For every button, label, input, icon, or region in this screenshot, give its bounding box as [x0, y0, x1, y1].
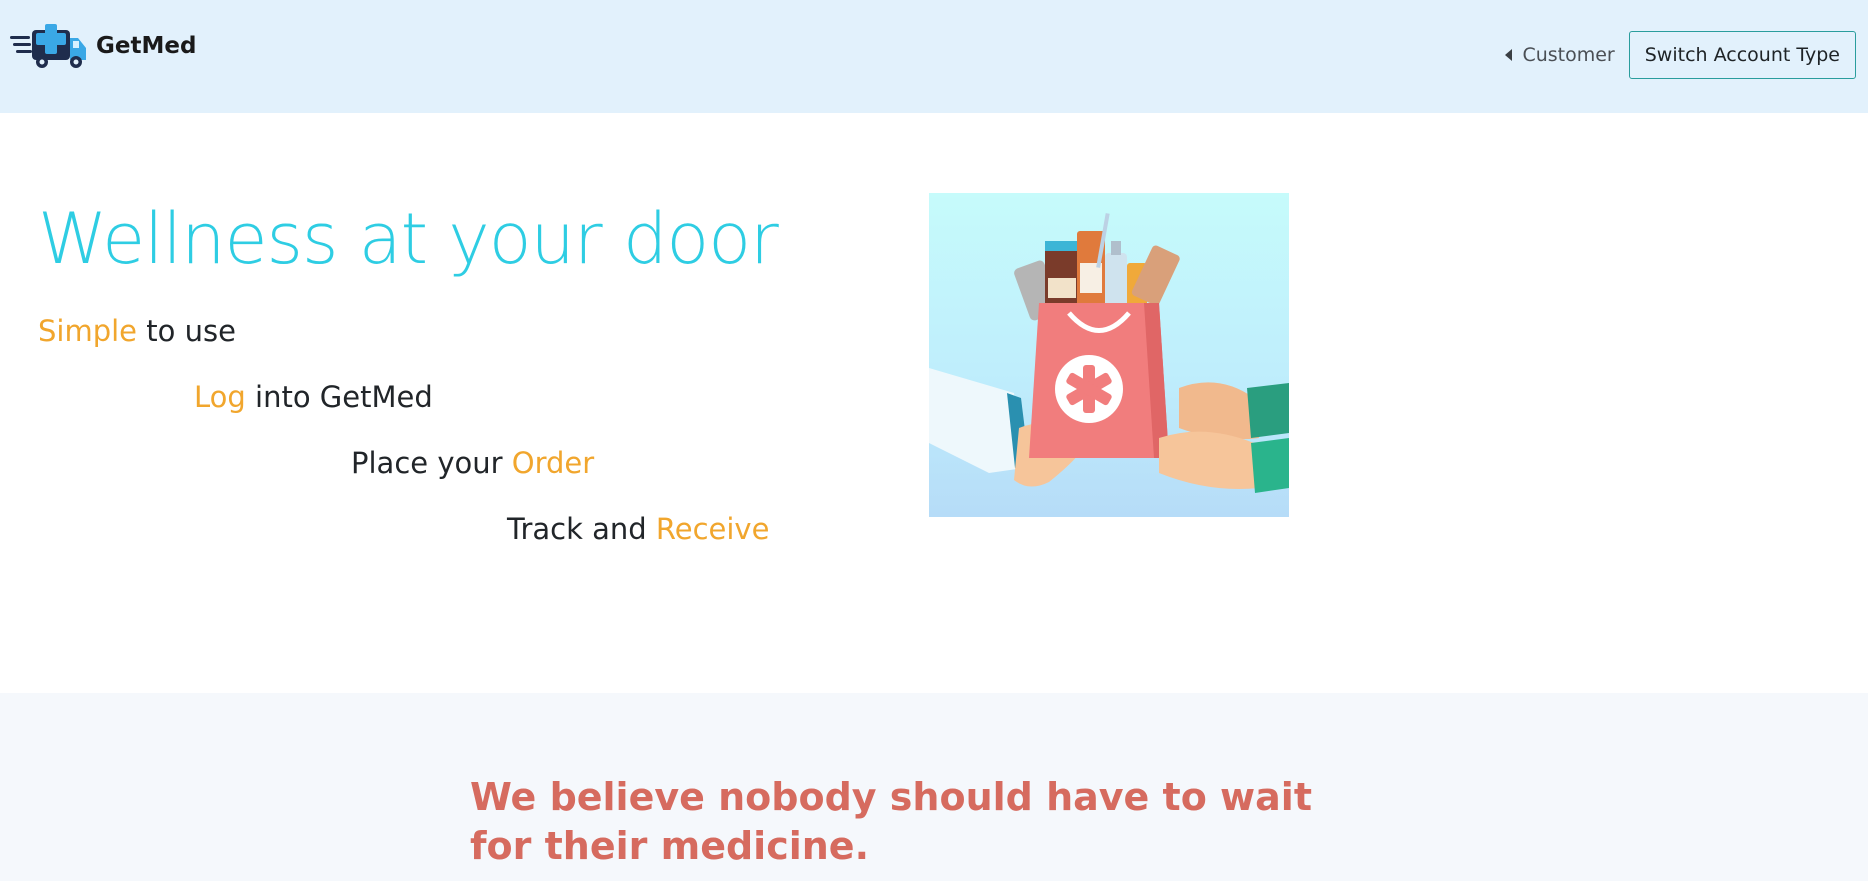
- step-text: to use: [137, 314, 236, 348]
- step-text: into GetMed: [245, 380, 433, 414]
- delivery-truck-medical-icon: [10, 24, 86, 68]
- nav-right: Customer Switch Account Type: [1505, 31, 1856, 79]
- step-accent: Receive: [655, 512, 770, 546]
- account-type-dropdown[interactable]: Customer: [1505, 44, 1615, 66]
- hero-step-log: Log into GetMed: [194, 380, 433, 414]
- step-accent: Log: [194, 380, 246, 414]
- step-text: Track and: [507, 512, 656, 546]
- step-accent: Order: [511, 446, 595, 480]
- brand-link[interactable]: GetMed: [10, 22, 196, 70]
- step-text: Place your: [351, 446, 512, 480]
- hero-step-simple: Simple to use: [38, 314, 236, 348]
- account-type-label: Customer: [1522, 44, 1615, 66]
- step-accent: Simple: [38, 314, 138, 348]
- brand-name: GetMed: [96, 33, 197, 59]
- mission-statement: We believe nobody should have to wait fo…: [470, 775, 1312, 868]
- switch-account-type-button[interactable]: Switch Account Type: [1628, 31, 1856, 79]
- mission-section: We believe nobody should have to wait fo…: [0, 693, 1868, 881]
- medicine-bag-icon: [929, 213, 1289, 493]
- top-navbar: GetMed Customer Switch Account Type: [0, 0, 1868, 113]
- caret-left-icon: [1505, 49, 1513, 61]
- hero-step-receive: Track and Receive: [507, 512, 769, 546]
- hero-step-order: Place your Order: [351, 446, 594, 480]
- medicine-bag-handoff-illustration: [929, 193, 1289, 517]
- hero-title: Wellness at your door: [38, 198, 779, 280]
